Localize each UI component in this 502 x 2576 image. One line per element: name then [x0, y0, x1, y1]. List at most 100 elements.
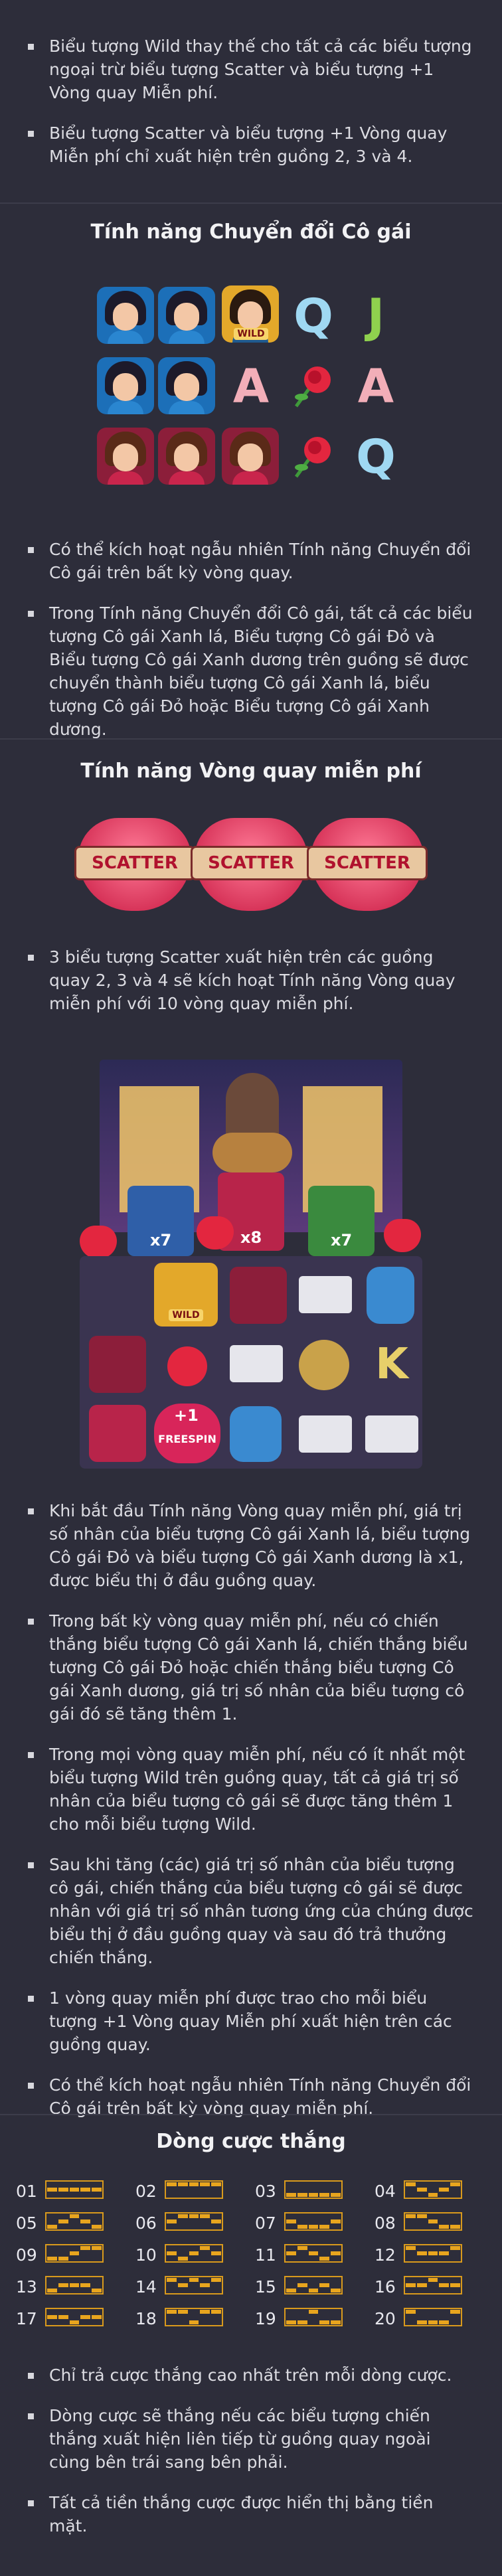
payline-pattern [404, 2244, 462, 2263]
heart-decoration [80, 1226, 117, 1259]
paylines-bullet: Tất cả tiền thắng cược được hiển thị bằn… [27, 2491, 475, 2537]
letter-a-symbol: A [232, 359, 270, 414]
divider [0, 738, 502, 740]
girl-switch-title: Tính năng Chuyển đổi Cô gái [90, 220, 412, 244]
free-spins-bullet: 1 vòng quay miễn phí được trao cho mỗi b… [27, 1986, 475, 2056]
payline-pattern [284, 2212, 343, 2231]
heart-decoration [384, 1219, 421, 1252]
divider [0, 2114, 502, 2115]
envelope-symbol [365, 1415, 418, 1453]
letter-q-symbol: Q [356, 430, 396, 484]
multiplier-label: x8 [240, 1228, 262, 1247]
payline-number: 12 [375, 2245, 396, 2265]
blue-girl-multiplier-tile: x7 [127, 1186, 194, 1256]
payline-number: 19 [255, 2309, 276, 2328]
free-spins-bullet: Trong mọi vòng quay miễn phí, nếu có ít … [27, 1743, 475, 1836]
free-spins-title: Tính năng Vòng quay miễn phí [80, 760, 422, 783]
payline-number: 02 [135, 2182, 157, 2201]
payline-pattern [284, 2244, 343, 2263]
letter-q-symbol: Q [293, 289, 333, 343]
free-spins-bullet: Có thể kích hoạt ngẫu nhiên Tính năng Ch… [27, 2073, 475, 2120]
scatter-symbol: SCATTER [307, 818, 428, 911]
payline-number: 08 [375, 2214, 396, 2233]
paylines-bullets-section: Chỉ trả cược thắng cao nhất trên mỗi dòn… [0, 2364, 502, 2555]
free-spins-bullets-1: 3 biểu tượng Scatter xuất hiện trên các … [0, 945, 502, 1015]
potion-symbol [367, 1267, 414, 1324]
paylines-title: Dòng cược thắng [156, 2130, 346, 2153]
scatter-symbol: SCATTER [191, 818, 311, 911]
girl-switch-symbol-grid: WILD Q J A A Q [92, 285, 410, 498]
divider [0, 202, 502, 204]
payline-pattern [165, 2244, 223, 2263]
letter-a-symbol: A [357, 359, 394, 414]
wild-label: WILD [234, 328, 268, 340]
paylines-grid: 01 02 03 04 05 06 07 08 09 10 11 12 13 14 15 16 17 18 19 20 [16, 2179, 494, 2338]
scatter-label: SCATTER [191, 846, 311, 880]
scatter-label: SCATTER [307, 846, 428, 880]
payline-pattern [45, 2276, 104, 2294]
free-spins-bullet: Trong bất kỳ vòng quay miễn phí, nếu có … [27, 1609, 475, 1726]
payline-number: 13 [16, 2277, 37, 2296]
payline-number: 18 [135, 2309, 157, 2328]
payline-pattern [404, 2308, 462, 2326]
payline-pattern [45, 2244, 104, 2263]
letter-k-symbol: K [375, 1340, 408, 1389]
payline-number: 20 [375, 2309, 396, 2328]
blue-girl-symbol [97, 357, 155, 416]
payline-pattern [165, 2308, 223, 2326]
rose-symbol [284, 428, 343, 486]
free-spins-bullets-2-section: Khi bắt đầu Tính năng Vòng quay miễn phí… [0, 1499, 502, 2137]
payline-pattern [284, 2308, 343, 2326]
payline-number: 04 [375, 2182, 396, 2201]
heart-decoration [197, 1216, 234, 1249]
blue-girl-symbol [158, 357, 216, 416]
red-girl-symbol [89, 1405, 146, 1462]
paytable-page: Biểu tượng Wild thay thế cho tất cả các … [0, 0, 502, 2576]
wild-boy-symbol: WILD [222, 285, 280, 344]
payline-pattern [404, 2276, 462, 2294]
payline-number: 01 [16, 2182, 37, 2201]
payline-number: 09 [16, 2245, 37, 2265]
ring-symbol [299, 1340, 349, 1390]
payline-pattern [284, 2180, 343, 2199]
payline-number: 06 [135, 2214, 157, 2233]
free-spins-bullets-2: Khi bắt đầu Tính năng Vòng quay miễn phí… [0, 1499, 502, 2120]
blue-girl-symbol [97, 287, 155, 345]
freespin-label: FREESPIN [158, 1433, 216, 1445]
reel-grid: WILD K +1 FREESPIN [80, 1256, 422, 1469]
payline-number: 14 [135, 2277, 157, 2296]
intro-section: Biểu tượng Wild thay thế cho tất cả các … [0, 35, 502, 185]
free-spin-scene: x7 x8 x7 WILD K +1 FREESPIN [80, 1060, 422, 1471]
payline-pattern [404, 2180, 462, 2199]
wild-label: WILD [169, 1309, 203, 1321]
red-girl-symbol [222, 428, 280, 486]
envelope-symbol [299, 1276, 352, 1313]
rose-symbol [167, 1346, 207, 1386]
payline-number: 05 [16, 2214, 37, 2233]
girl-switch-bullets: Có thể kích hoạt ngẫu nhiên Tính năng Ch… [0, 538, 502, 741]
payline-pattern [45, 2308, 104, 2326]
wild-boy-symbol: WILD [154, 1263, 218, 1327]
freespin-symbol: +1 FREESPIN [154, 1404, 220, 1463]
red-girl-symbol [97, 428, 155, 486]
payline-number: 10 [135, 2245, 157, 2265]
scatter-label: SCATTER [74, 846, 195, 880]
payline-pattern [165, 2180, 223, 2199]
payline-number: 03 [255, 2182, 276, 2201]
multiplier-label: x7 [331, 1231, 353, 1249]
freespin-plus: +1 [174, 1406, 199, 1425]
envelope-symbol [299, 1415, 352, 1453]
paylines-bullets: Chỉ trả cược thắng cao nhất trên mỗi dòn… [0, 2364, 502, 2537]
blue-girl-symbol [158, 287, 216, 345]
red-girl-symbol [158, 428, 216, 486]
red-girl-symbol [230, 1267, 287, 1324]
payline-number: 16 [375, 2277, 396, 2296]
payline-pattern [284, 2276, 343, 2294]
payline-number: 17 [16, 2309, 37, 2328]
payline-number: 07 [255, 2214, 276, 2233]
green-girl-multiplier-tile: x7 [308, 1186, 375, 1256]
paylines-bullet: Chỉ trả cược thắng cao nhất trên mỗi dòn… [27, 2364, 475, 2387]
payline-pattern [165, 2276, 223, 2294]
payline-number: 15 [255, 2277, 276, 2296]
payline-number: 11 [255, 2245, 276, 2265]
